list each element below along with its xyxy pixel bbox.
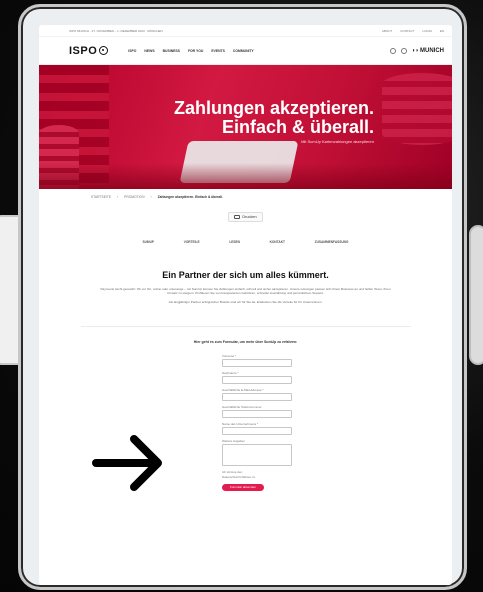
phone-input[interactable] [222, 410, 292, 419]
main-navigation: ISPO ISPO NEWS BUSINESS FOR YOU EVENTS C… [39, 37, 452, 65]
intro-paragraph: Payments leicht gemacht: Ob vor Ort, onl… [100, 287, 391, 296]
topbar-link-language[interactable]: EN [440, 29, 444, 33]
consent-text: Ich stimme den Datenschutzrichtlinien zu [222, 470, 256, 479]
nav-item-for-you[interactable]: FOR YOU [188, 49, 203, 53]
breadcrumb-home[interactable]: STARTSEITE [91, 195, 111, 199]
topbar-links: ABOUT CONTACT LOGIN EN [382, 29, 444, 33]
top-bar: ISPO MUNICH · 27. NOVEMBER – 1. DEZEMBER… [39, 25, 452, 37]
event-info-text: ISPO MUNICH · 27. NOVEMBER – 1. DEZEMBER… [69, 28, 163, 33]
email-input[interactable] [222, 393, 292, 402]
breadcrumb-separator-icon: › [117, 194, 119, 199]
company-field: Name des Unternehmens * [222, 422, 294, 436]
brand-mark-text: MUNICH [420, 47, 444, 54]
nav-item-news[interactable]: NEWS [144, 49, 154, 53]
last-name-input[interactable] [222, 376, 292, 385]
tab-lesen[interactable]: LESEN [229, 240, 240, 244]
arrow-right-icon [92, 435, 162, 491]
printer-icon [234, 215, 241, 219]
tab-sumup[interactable]: SUMUP [143, 240, 155, 244]
breadcrumb: STARTSEITE › PROMOTION › Zahlungen akzep… [39, 189, 452, 204]
nav-item-community[interactable]: COMMUNITY [233, 49, 254, 53]
details-label: Weitere Angaben [222, 439, 245, 444]
brand-mark: ◗◗ MUNICH [412, 48, 444, 54]
details-textarea[interactable] [222, 444, 292, 467]
hero-title-line-2: Einfach & überall. [221, 116, 374, 137]
search-icon[interactable] [389, 47, 396, 54]
section-divider [80, 326, 411, 328]
contact-form: Vorname * Nachname * Geschäftliche E-Mai… [222, 354, 294, 491]
print-button[interactable]: Drucken [228, 212, 263, 222]
hero-title-line-1: Zahlungen akzeptieren. [173, 98, 374, 118]
form-title: Hier geht es zum Formular, um mehr über … [193, 340, 298, 345]
tablet-frame: ISPO MUNICH · 27. NOVEMBER – 1. DEZEMBER… [18, 4, 467, 590]
tab-vorteile[interactable]: VORTEILE [184, 240, 200, 244]
last-name-field: Nachname * [222, 371, 294, 385]
hero-fade-overlay [39, 163, 452, 189]
breadcrumb-separator-icon: › [150, 194, 152, 199]
topbar-link-contact[interactable]: CONTACT [400, 29, 414, 33]
main-content: Ein Partner der sich um alles kümmert. P… [39, 270, 452, 304]
email-field: Geschäftliche E-Mail-Adresse * [222, 388, 294, 402]
hero-banner: Zahlungen akzeptieren. Einfach & überall… [39, 65, 452, 189]
print-area: Drucken [39, 212, 452, 222]
user-icon[interactable] [400, 47, 407, 54]
scene: ISPO MUNICH · 27. NOVEMBER – 1. DEZEMBER… [0, 0, 483, 592]
breadcrumb-promotion[interactable]: PROMOTION [124, 195, 144, 199]
first-name-input[interactable] [222, 359, 292, 368]
topbar-link-login[interactable]: LOGIN [422, 29, 431, 33]
logo-text: ISPO [69, 44, 98, 57]
company-input[interactable] [222, 427, 292, 436]
company-label: Name des Unternehmens * [222, 422, 259, 427]
last-name-label: Nachname * [222, 371, 239, 376]
phone-label: Geschäftliche Telefonnummer [222, 405, 262, 410]
logo-mark-icon [99, 46, 109, 55]
submit-label: Formular absenden [229, 485, 256, 490]
hero-title-block: Zahlungen akzeptieren. Einfach & überall… [174, 99, 374, 144]
phone-field: Geschäftliche Telefonnummer [222, 405, 294, 419]
nav-menu: ISPO NEWS BUSINESS FOR YOU EVENTS COMMUN… [128, 49, 389, 53]
tab-zusammenfassung[interactable]: ZUSAMMENFASSUNG [315, 240, 349, 244]
ispo-logo[interactable]: ISPO [69, 44, 109, 57]
print-label: Drucken [242, 215, 257, 219]
first-name-field: Vorname * [222, 354, 294, 368]
nav-item-ispo[interactable]: ISPO [128, 49, 136, 53]
hero-background-shape [382, 73, 452, 145]
email-label: Geschäftliche E-Mail-Adresse * [222, 388, 264, 393]
nav-item-business[interactable]: BUSINESS [163, 49, 180, 53]
first-name-label: Vorname * [222, 354, 237, 359]
section-tabs: SUMUP VORTEILE LESEN KONTAKT ZUSAMMENFAS… [143, 240, 349, 244]
submit-button[interactable]: Formular absenden [222, 483, 264, 491]
section-headline: Ein Partner der sich um alles kümmert. [162, 270, 329, 280]
details-field: Weitere Angaben [222, 439, 294, 467]
tab-kontakt[interactable]: KONTAKT [270, 240, 285, 244]
brand-wave-icon: ◗◗ [411, 47, 419, 54]
nav-item-events[interactable]: EVENTS [211, 49, 225, 53]
breadcrumb-current: Zahlungen akzeptieren. Einfach & überall… [157, 194, 223, 199]
nav-actions: ◗◗ MUNICH [389, 47, 444, 54]
background-device-right [469, 225, 483, 365]
hero-subtitle: Mit SumUp Kartenzahlungen akzeptieren [301, 138, 374, 144]
webpage-screen: ISPO MUNICH · 27. NOVEMBER – 1. DEZEMBER… [39, 25, 452, 585]
topbar-link-about[interactable]: ABOUT [382, 29, 392, 33]
secondary-paragraph: Als langjähriger Partner erfolgreicher B… [168, 299, 323, 304]
